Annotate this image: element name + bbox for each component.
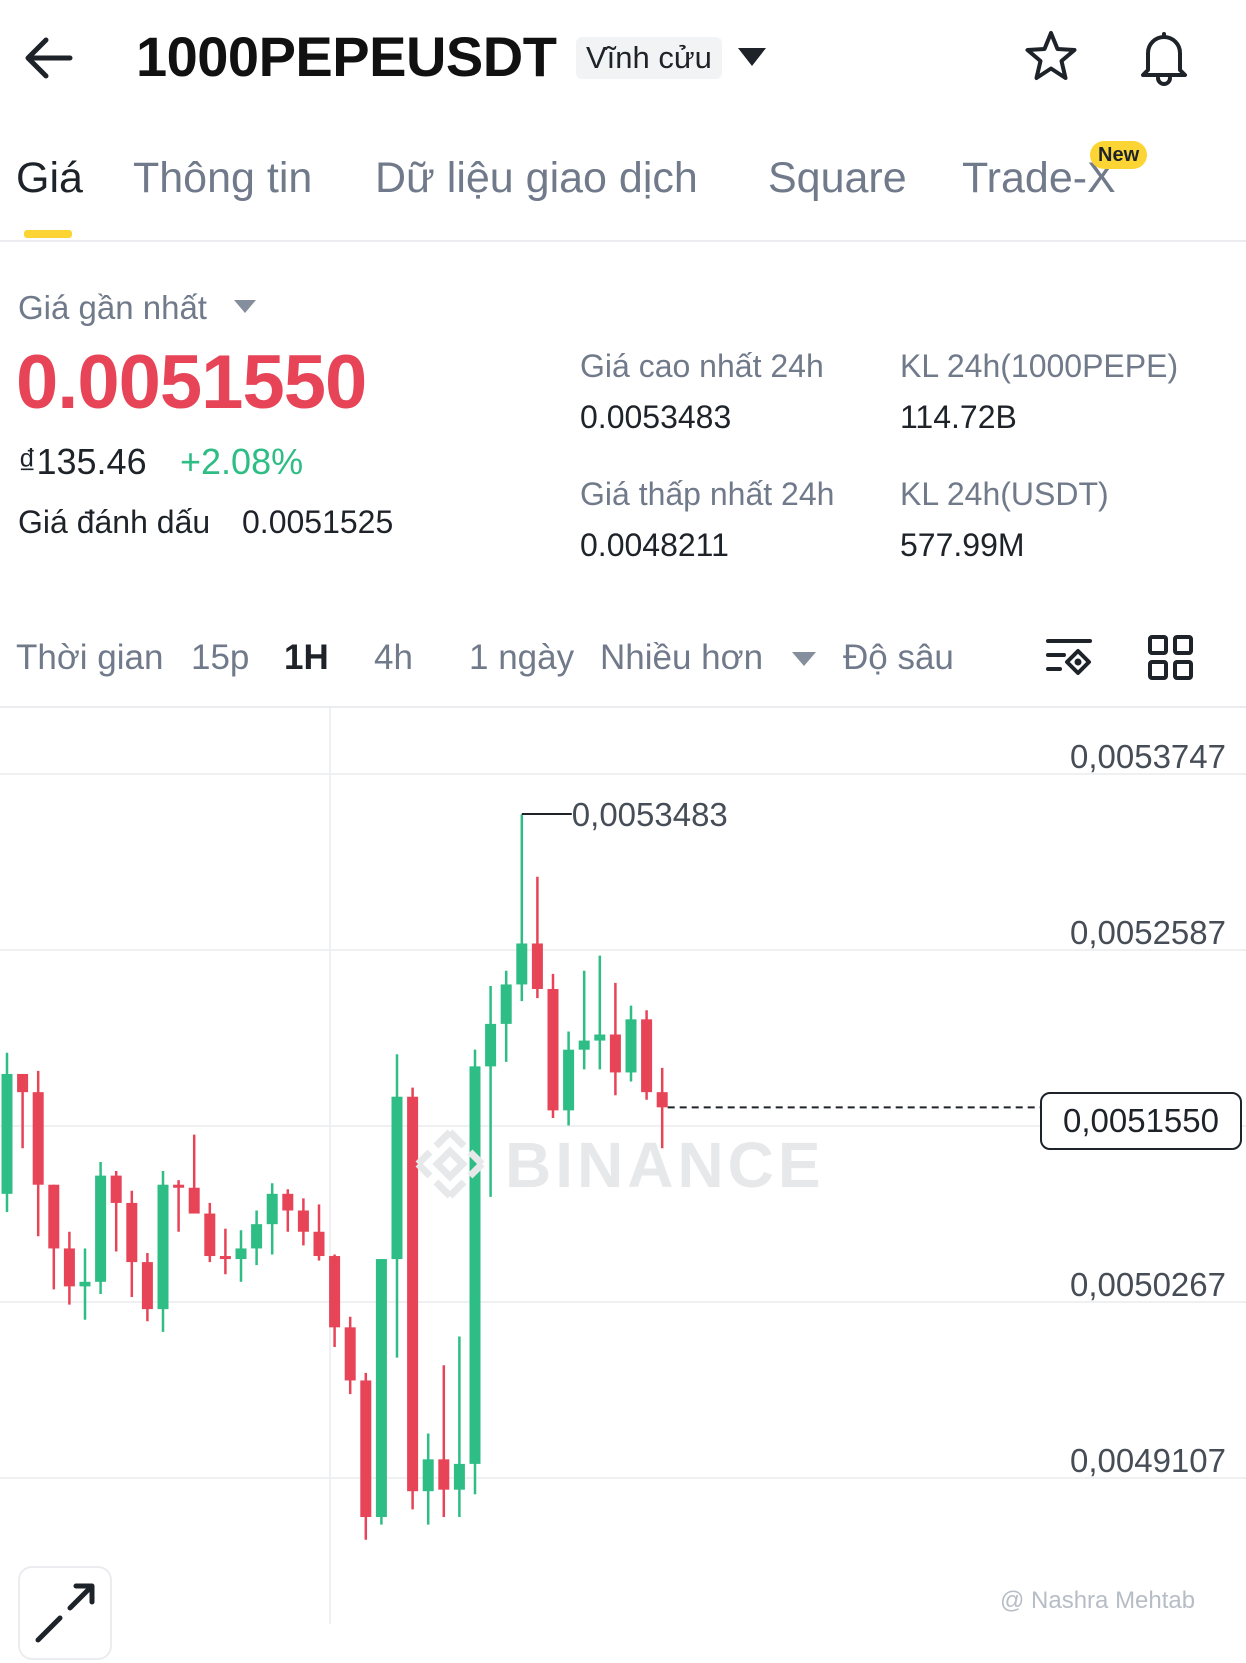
- candle-body: [438, 1459, 450, 1490]
- candle-body: [516, 943, 528, 985]
- chevron-down-icon: [792, 652, 816, 666]
- candle-body: [219, 1256, 231, 1260]
- candle-body: [188, 1187, 200, 1214]
- symbol-title[interactable]: 1000PEPEUSDT: [136, 24, 557, 90]
- candle-body: [531, 943, 543, 989]
- watermark-text: BINANCE: [505, 1129, 825, 1201]
- candle-body: [141, 1262, 153, 1310]
- symbol-dropdown-button[interactable]: [738, 48, 766, 68]
- star-icon: [1025, 31, 1077, 80]
- y-tick-label: 0,0052587: [1070, 914, 1226, 951]
- candle-body: [235, 1248, 247, 1260]
- candle-body: [173, 1184, 185, 1188]
- volume-quote-value: 577.99M: [900, 527, 1025, 563]
- candle-body: [110, 1175, 122, 1203]
- candle-body: [79, 1281, 91, 1287]
- tabs-divider: [0, 240, 1246, 242]
- candle-body: [329, 1256, 341, 1328]
- candle-body: [95, 1175, 107, 1282]
- candle-body: [313, 1231, 325, 1257]
- expand-icon: [35, 1583, 95, 1643]
- favorite-button[interactable]: [1022, 28, 1080, 86]
- candle-body: [625, 1019, 637, 1073]
- back-button[interactable]: [18, 30, 78, 86]
- interval-more-caret[interactable]: [792, 652, 816, 668]
- indicator-settings-icon: [1046, 639, 1092, 675]
- candle-body: [609, 1034, 621, 1073]
- candle-body: [391, 1096, 403, 1260]
- alert-button[interactable]: [1134, 26, 1194, 86]
- contract-type-badge[interactable]: Vĩnh cửu: [576, 37, 722, 79]
- chevron-down-icon: [738, 48, 766, 66]
- active-tab-indicator: [24, 230, 72, 238]
- high-24h-value: 0.0053483: [580, 399, 732, 435]
- interval-more[interactable]: Nhiều hơn: [600, 636, 763, 680]
- candle-body: [344, 1327, 356, 1381]
- tab-info[interactable]: Thông tin: [133, 152, 312, 204]
- candle-body: [1, 1073, 13, 1194]
- mark-price-value: 0.0051525: [242, 504, 394, 540]
- candle-body: [500, 984, 512, 1024]
- back-arrow-icon: [25, 37, 73, 79]
- candle-body: [422, 1459, 434, 1492]
- y-tick-label: 0,0050267: [1070, 1266, 1226, 1303]
- candle-body: [360, 1380, 372, 1517]
- tab-price[interactable]: Giá: [16, 152, 83, 204]
- fullscreen-button[interactable]: [18, 1566, 112, 1660]
- candle-body: [282, 1193, 294, 1211]
- change-percent: +2.08%: [180, 441, 304, 482]
- candle-body: [48, 1184, 60, 1249]
- mark-price-label: Giá đánh dấu: [18, 504, 211, 540]
- current-price-label[interactable]: 0,0051550: [1040, 1092, 1242, 1150]
- candle-body: [375, 1259, 387, 1517]
- grid-icon: [1148, 635, 1193, 680]
- candle-body: [157, 1184, 169, 1310]
- volume-quote-label: KL 24h(USDT): [900, 476, 1109, 512]
- tab-square[interactable]: Square: [768, 152, 907, 204]
- candle-body: [17, 1073, 29, 1093]
- candle-body: [547, 988, 559, 1111]
- interval-15m[interactable]: 15p: [191, 636, 249, 680]
- candle-body: [32, 1092, 44, 1185]
- candle-body: [63, 1248, 75, 1287]
- new-badge: New: [1090, 141, 1148, 169]
- interval-1d[interactable]: 1 ngày: [469, 636, 574, 680]
- candle-body: [563, 1049, 575, 1111]
- depth-tab[interactable]: Độ sâu: [843, 636, 954, 680]
- high-24h-label: Giá cao nhất 24h: [580, 348, 824, 384]
- candle-body: [641, 1019, 653, 1093]
- interval-1h[interactable]: 1H: [284, 636, 329, 680]
- candle-body: [204, 1213, 216, 1257]
- high-marker-label: 0,0053483: [572, 796, 728, 833]
- volume-base-value: 114.72B: [900, 399, 1017, 435]
- candle-body: [297, 1210, 309, 1232]
- indicator-settings-button[interactable]: [1044, 633, 1094, 683]
- low-24h-value: 0.0048211: [580, 527, 729, 563]
- volume-base-label: KL 24h(1000PEPE): [900, 348, 1179, 384]
- candle-body: [578, 1040, 590, 1050]
- last-price-label[interactable]: Giá gần nhất: [18, 288, 207, 328]
- credit-text: @ Nashra Mehtab: [1000, 1587, 1196, 1614]
- binance-logo-icon: [415, 1129, 485, 1199]
- layout-grid-button[interactable]: [1146, 633, 1196, 683]
- candle-body: [656, 1092, 668, 1108]
- candle-body: [266, 1193, 278, 1225]
- candle-body: [251, 1224, 263, 1249]
- low-24h-label: Giá thấp nhất 24h: [580, 476, 835, 512]
- last-price-dropdown[interactable]: [234, 300, 256, 314]
- candle-body: [594, 1034, 606, 1041]
- candle-body: [126, 1202, 138, 1263]
- y-tick-label: 0,0053747: [1070, 738, 1226, 775]
- chevron-down-icon: [234, 300, 256, 313]
- interval-4h[interactable]: 4h: [374, 636, 413, 680]
- last-price: 0.0051550: [16, 340, 367, 425]
- tab-trading-data[interactable]: Dữ liệu giao dịch: [375, 152, 698, 204]
- interval-time[interactable]: Thời gian: [16, 636, 163, 680]
- fiat-price: ₫135.46: [18, 441, 147, 482]
- candle-body: [453, 1463, 465, 1490]
- y-tick-label: 0,0049107: [1070, 1442, 1226, 1479]
- candle-body: [485, 1023, 497, 1067]
- bell-icon: [1141, 32, 1187, 86]
